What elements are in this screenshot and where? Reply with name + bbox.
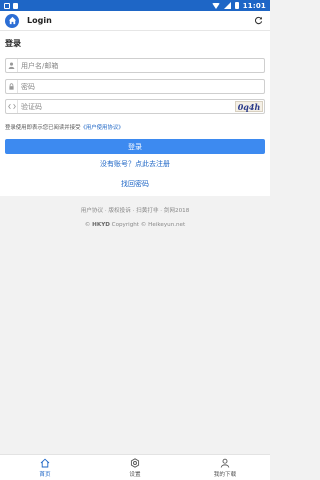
copyright: © HKYD Copyright © Heikeyun.net	[0, 222, 270, 228]
battery-icon	[234, 2, 239, 9]
home-icon[interactable]	[5, 13, 19, 28]
wifi-icon	[211, 2, 220, 9]
footer-links: 用户协议 · 版权投诉 · 扫黄打非 · 剑网2018	[80, 208, 190, 214]
home-icon	[40, 458, 50, 467]
code-icon	[6, 100, 18, 113]
tab-settings[interactable]: 设置	[90, 455, 180, 480]
username-field[interactable]	[5, 58, 265, 73]
username-input[interactable]	[21, 59, 191, 72]
brand-name: HKYD	[92, 222, 110, 228]
captcha-input[interactable]	[21, 100, 191, 113]
agreement-text: 登录使用即表示您已阅读并接受《用户使用协议》	[5, 123, 124, 131]
password-input[interactable]	[21, 80, 191, 93]
status-bar: 11:01	[0, 0, 270, 11]
captcha-field[interactable]: 0q4h	[5, 99, 265, 114]
lock-icon	[6, 80, 18, 93]
page-title: 登录	[5, 39, 21, 48]
tab-home[interactable]: 首页	[0, 455, 90, 480]
agreement-link[interactable]: 《用户使用协议》	[80, 125, 123, 131]
login-button[interactable]: 登录	[5, 139, 265, 154]
copyright-symbol: ©	[84, 222, 91, 228]
password-field[interactable]	[5, 79, 265, 94]
gear-icon	[130, 457, 140, 468]
sd-card-icon	[13, 2, 18, 9]
signal-icon	[223, 2, 231, 9]
app-bar: Login	[0, 11, 270, 31]
tab-downloads-label: 我的下载	[213, 471, 237, 478]
tab-settings-label: 设置	[129, 471, 141, 478]
login-card: 登录 0q4h 登录使用即表示您已阅读并接受《用户使用协议》 登录 没有账号？点…	[0, 31, 270, 196]
bottom-tab-bar: 首页 设置 我的下载	[0, 454, 270, 480]
user-icon	[220, 458, 230, 468]
user-icon	[6, 59, 18, 72]
status-time: 11:01	[242, 1, 266, 10]
tab-home-label: 首页	[39, 471, 51, 478]
forgot-password-link[interactable]: 找回密码	[0, 179, 270, 189]
captcha-image[interactable]: 0q4h	[235, 101, 263, 112]
refresh-icon[interactable]	[251, 14, 265, 28]
agreement-prefix: 登录使用即表示您已阅读并接受	[5, 125, 81, 131]
notification-icon	[4, 2, 10, 9]
register-link[interactable]: 没有账号？点此去注册	[0, 159, 270, 169]
copyright-text: Copyright © Heikeyun.net	[111, 222, 186, 228]
tab-downloads[interactable]: 我的下载	[180, 455, 270, 480]
app-title: Login	[27, 16, 52, 25]
